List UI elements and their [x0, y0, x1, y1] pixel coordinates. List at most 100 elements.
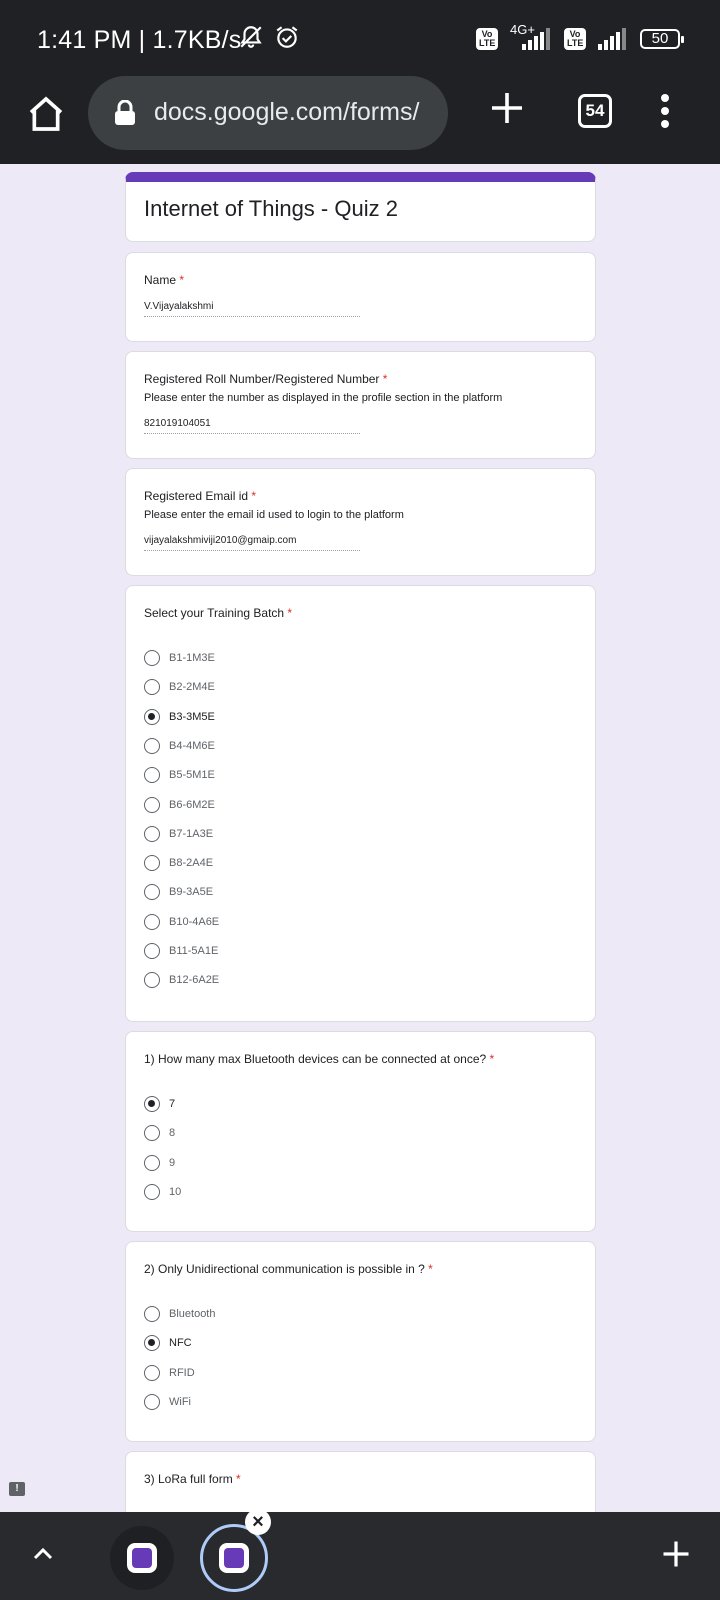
radio-icon[interactable]	[144, 737, 160, 754]
question-label-name: Name *	[144, 273, 185, 287]
option-label: B11-5A1E	[169, 945, 219, 957]
option-label: NFC	[169, 1337, 192, 1350]
radio-icon[interactable]	[144, 1306, 160, 1322]
radio-icon[interactable]	[144, 767, 160, 784]
battery-icon: 50	[640, 29, 684, 49]
chevron-up-icon[interactable]	[31, 1542, 55, 1566]
q1-option[interactable]: 7	[144, 1095, 175, 1113]
radio-icon[interactable]	[144, 884, 160, 901]
question-card-email: Registered Email id * Please enter the e…	[125, 468, 596, 576]
add-tab-icon[interactable]	[661, 1539, 691, 1569]
lock-icon[interactable]	[114, 100, 136, 126]
radio-icon[interactable]	[144, 1183, 160, 1200]
question-label-q2: 2) Only Unidirectional communication is …	[144, 1262, 433, 1276]
radio-selected-icon[interactable]	[144, 708, 160, 725]
question-help-roll: Please enter the number as displayed in …	[144, 392, 503, 404]
batch-option[interactable]: B12-6A2E	[144, 971, 219, 989]
batch-option[interactable]: B7-1A3E	[144, 825, 213, 843]
q2-option[interactable]: WiFi	[144, 1393, 191, 1411]
radio-icon[interactable]	[144, 1393, 160, 1410]
radio-icon[interactable]	[144, 1125, 160, 1142]
radio-selected-icon[interactable]	[144, 1335, 160, 1352]
tab-thumbnail-forms-active[interactable]: ×	[200, 1509, 271, 1592]
roll-number-input[interactable]: 821019104051	[144, 418, 360, 434]
q1-option[interactable]: 8	[144, 1124, 175, 1142]
forms-icon	[224, 1548, 244, 1568]
radio-icon[interactable]	[144, 972, 160, 989]
q2-option[interactable]: RFID	[144, 1364, 195, 1382]
q2-option[interactable]: Bluetooth	[144, 1305, 215, 1323]
question-label-q3: 3) LoRa full form *	[144, 1472, 241, 1486]
question-card-batch: Select your Training Batch * B1-1M3E B2-2…	[125, 585, 596, 1022]
name-input[interactable]: V.Vijayalakshmi	[144, 301, 360, 317]
radio-icon[interactable]	[144, 650, 160, 666]
required-mark: *	[251, 489, 257, 503]
browser-toolbar: docs.google.com/forms/ 54	[0, 74, 720, 164]
option-label: B4-4M6E	[169, 739, 215, 752]
radio-icon[interactable]	[144, 1364, 160, 1381]
signal-icon-2	[598, 28, 626, 50]
network-type: 4G+	[510, 22, 535, 37]
volte-icon-1: Vo LTE	[476, 28, 498, 50]
radio-icon[interactable]	[144, 855, 160, 872]
required-mark: *	[179, 273, 185, 287]
tab-thumbnail-forms-1[interactable]	[110, 1526, 174, 1590]
required-mark: *	[236, 1472, 241, 1486]
option-label: B6-6M2E	[169, 798, 215, 811]
form-header-card: Internet of Things - Quiz 2	[125, 172, 596, 242]
radio-icon[interactable]	[144, 825, 160, 842]
question-label-batch: Select your Training Batch *	[144, 606, 293, 620]
option-label: B3-3M5E	[169, 710, 215, 723]
radio-icon[interactable]	[144, 679, 160, 696]
required-mark: *	[287, 606, 293, 620]
status-time: 1:41 PM | 1.7KB/s	[37, 26, 242, 54]
batch-option[interactable]: B6-6M2E	[144, 796, 215, 814]
volte-icon-2: Vo LTE	[564, 28, 586, 50]
required-mark: *	[428, 1262, 433, 1276]
batch-option[interactable]: B3-3M5E	[144, 708, 215, 726]
more-menu-icon[interactable]	[660, 94, 670, 130]
home-icon[interactable]	[26, 94, 66, 134]
batch-option[interactable]: B2-2M4E	[144, 678, 215, 696]
url-text[interactable]: docs.google.com/forms/	[154, 98, 419, 127]
email-input[interactable]: vijayalakshmiviji2010@gmaip.com	[144, 535, 360, 551]
radio-icon[interactable]	[144, 1154, 160, 1171]
batch-option[interactable]: B1-1M3E	[144, 649, 215, 667]
question-card-name: Name * V.Vijayalakshmi	[125, 252, 596, 342]
new-tab-icon[interactable]	[489, 90, 525, 126]
radio-icon[interactable]	[144, 943, 160, 959]
option-label: B5-5M1E	[169, 769, 215, 782]
option-label: B12-6A2E	[169, 974, 220, 987]
status-bar: 1:41 PM | 1.7KB/s Vo LTE 4G+ Vo LTE 50	[0, 0, 720, 74]
form-title: Internet of Things - Quiz 2	[144, 196, 398, 221]
radio-selected-icon[interactable]	[144, 1096, 160, 1112]
option-label: B1-1M3E	[169, 652, 215, 664]
radio-icon[interactable]	[144, 796, 160, 813]
option-label: 9	[169, 1156, 176, 1169]
option-label: 10	[169, 1185, 182, 1198]
option-label: WiFi	[169, 1395, 191, 1408]
batch-option[interactable]: B5-5M1E	[144, 766, 215, 784]
status-notification-icons	[238, 24, 300, 50]
batch-option[interactable]: B10-4A6E	[144, 913, 219, 931]
close-tab-icon[interactable]: ×	[245, 1509, 271, 1535]
option-label: B8-2A4E	[169, 857, 214, 870]
alarm-icon	[276, 26, 298, 48]
radio-icon[interactable]	[144, 913, 160, 930]
batch-option[interactable]: B4-4M6E	[144, 737, 215, 755]
option-label: 7	[169, 1098, 176, 1110]
batch-option[interactable]: B9-3A5E	[144, 883, 213, 901]
tab-switcher-button[interactable]: 54	[578, 94, 612, 128]
option-label: 8	[169, 1127, 176, 1140]
question-card-q3: 3) LoRa full form *	[125, 1451, 596, 1521]
batch-option[interactable]: B11-5A1E	[144, 942, 218, 960]
report-feedback-icon[interactable]: !	[9, 1482, 25, 1496]
address-bar[interactable]: docs.google.com/forms/	[88, 76, 448, 150]
q1-option[interactable]: 10	[144, 1183, 181, 1201]
bell-off-icon	[240, 26, 262, 48]
question-help-email: Please enter the email id used to login …	[144, 509, 404, 521]
q2-option[interactable]: NFC	[144, 1334, 192, 1352]
q1-option[interactable]: 9	[144, 1154, 175, 1172]
question-label-email: Registered Email id *	[144, 489, 257, 503]
batch-option[interactable]: B8-2A4E	[144, 854, 213, 872]
